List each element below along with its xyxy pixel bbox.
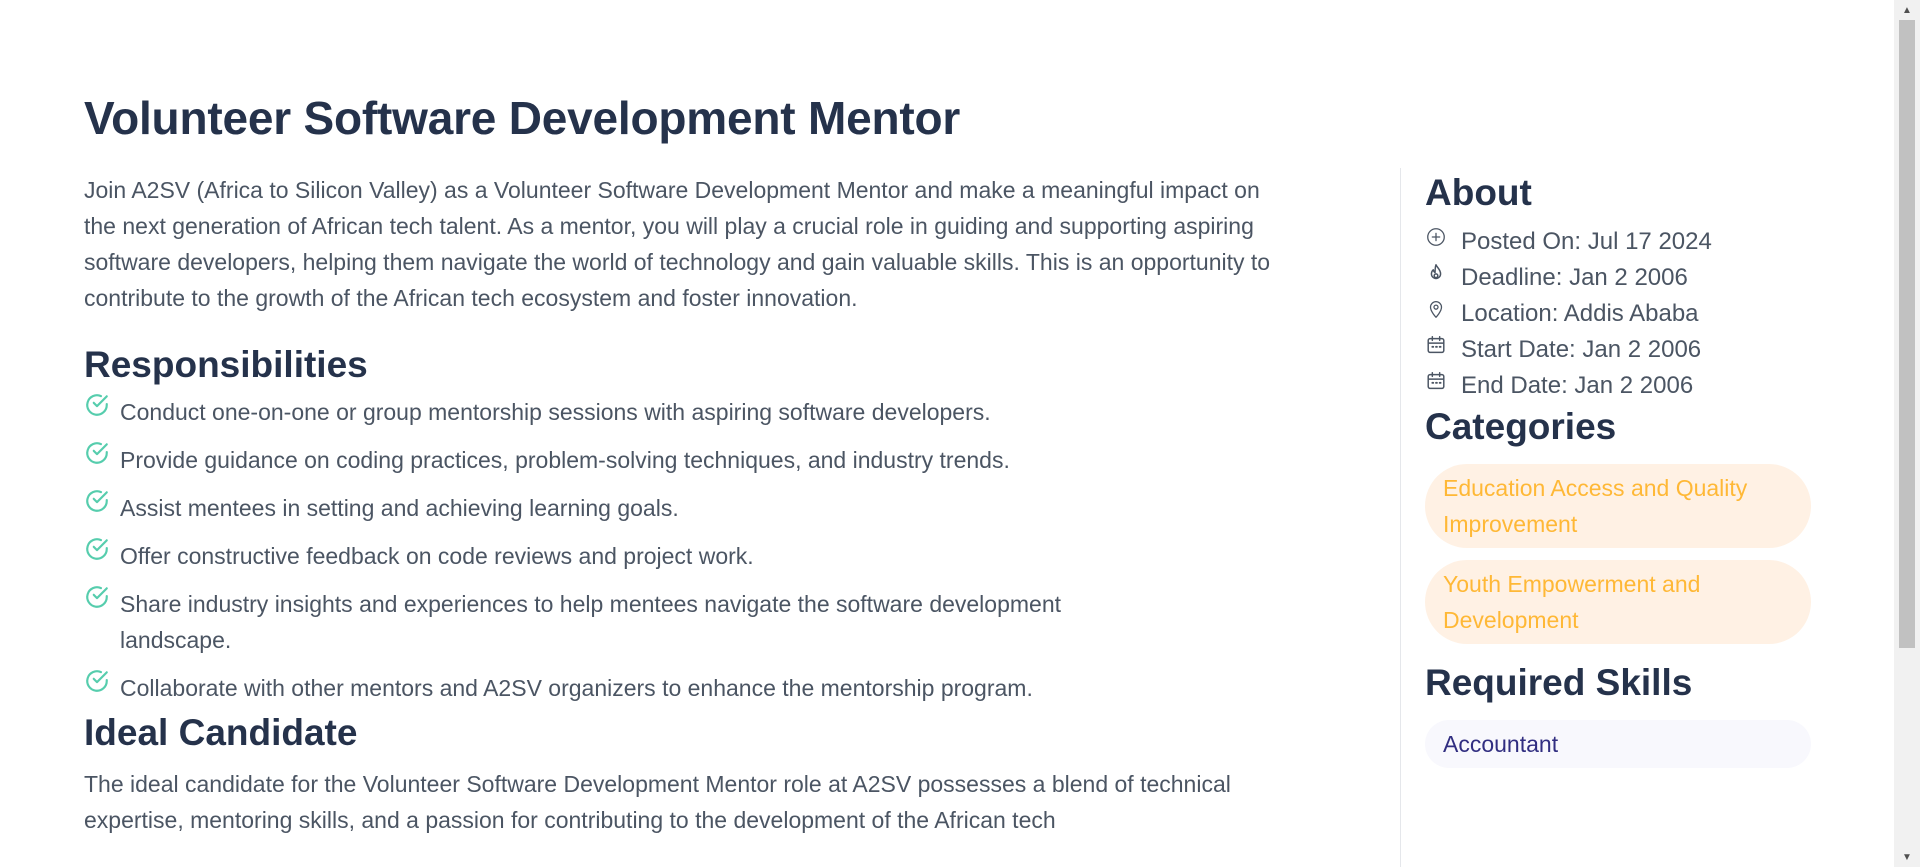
job-detail-page: Volunteer Software Development Mentor Jo… [0,0,1920,867]
scroll-up-arrow-icon[interactable]: ▲ [1894,0,1920,20]
location-text: Location: Addis Ababa [1461,300,1699,327]
plus-circle-icon [1427,228,1445,246]
check-circle-icon [86,442,108,464]
scroll-down-arrow-icon[interactable]: ▼ [1894,847,1920,867]
about-heading: About [1425,172,1532,213]
required-skills-heading: Required Skills [1425,662,1693,703]
about-item-deadline: Deadline: Jan 2 2006 [1425,260,1815,296]
check-circle-icon [86,394,108,416]
responsibility-text: Share industry insights and experiences … [120,591,1062,653]
list-item: Collaborate with other mentors and A2SV … [84,670,1294,706]
list-item: Provide guidance on coding practices, pr… [84,442,1294,478]
about-list: Posted On: Jul 17 2024 Deadline: Jan 2 2… [1425,224,1815,404]
list-item: Assist mentees in setting and achieving … [84,490,1294,526]
about-item-end-date: End Date: Jan 2 2006 [1425,368,1815,404]
column-divider [1400,168,1401,867]
ideal-candidate-text: The ideal candidate for the Volunteer So… [84,771,1231,833]
job-sidebar: About Posted On: Jul 17 2024 Deadline: J… [1425,170,1815,768]
job-description: Join A2SV (Africa to Silicon Valley) as … [84,177,1271,311]
fire-icon [1430,264,1442,280]
responsibility-text: Offer constructive feedback on code revi… [120,543,754,569]
check-circle-icon [86,670,108,692]
deadline-text: Deadline: Jan 2 2006 [1461,264,1688,291]
category-tag[interactable]: Youth Empowerment and Development [1425,560,1811,644]
categories-heading: Categories [1425,406,1617,447]
list-item: Offer constructive feedback on code revi… [84,538,1294,574]
responsibility-text: Conduct one-on-one or group mentorship s… [120,399,991,425]
main-content: Volunteer Software Development Mentor Jo… [84,88,1294,838]
responsibility-text: Assist mentees in setting and achieving … [120,495,679,521]
posted-on-text: Posted On: Jul 17 2024 [1461,228,1712,255]
responsibilities-heading: Responsibilities [84,344,368,385]
check-circle-icon [86,586,108,608]
vertical-scrollbar[interactable]: ▲ ▼ [1894,0,1920,867]
responsibility-text: Provide guidance on coding practices, pr… [120,447,1010,473]
ideal-candidate-heading: Ideal Candidate [84,712,358,753]
skill-tag[interactable]: Accountant [1425,720,1811,768]
calendar-icon [1427,372,1445,390]
responsibilities-list: Conduct one-on-one or group mentorship s… [84,394,1294,706]
check-circle-icon [86,538,108,560]
responsibility-text: Collaborate with other mentors and A2SV … [120,675,1033,701]
job-title: Volunteer Software Development Mentor [84,92,961,144]
category-tag[interactable]: Education Access and Quality Improvement [1425,464,1811,548]
about-item-posted: Posted On: Jul 17 2024 [1425,224,1815,260]
calendar-icon [1427,336,1445,354]
check-circle-icon [86,490,108,512]
location-pin-icon [1429,301,1443,318]
list-item: Share industry insights and experiences … [84,586,1294,658]
start-date-text: Start Date: Jan 2 2006 [1461,336,1702,363]
about-item-start-date: Start Date: Jan 2 2006 [1425,332,1815,368]
about-item-location: Location: Addis Ababa [1425,296,1815,332]
list-item: Conduct one-on-one or group mentorship s… [84,394,1294,430]
scrollbar-thumb[interactable] [1899,20,1915,648]
end-date-text: End Date: Jan 2 2006 [1461,372,1694,399]
